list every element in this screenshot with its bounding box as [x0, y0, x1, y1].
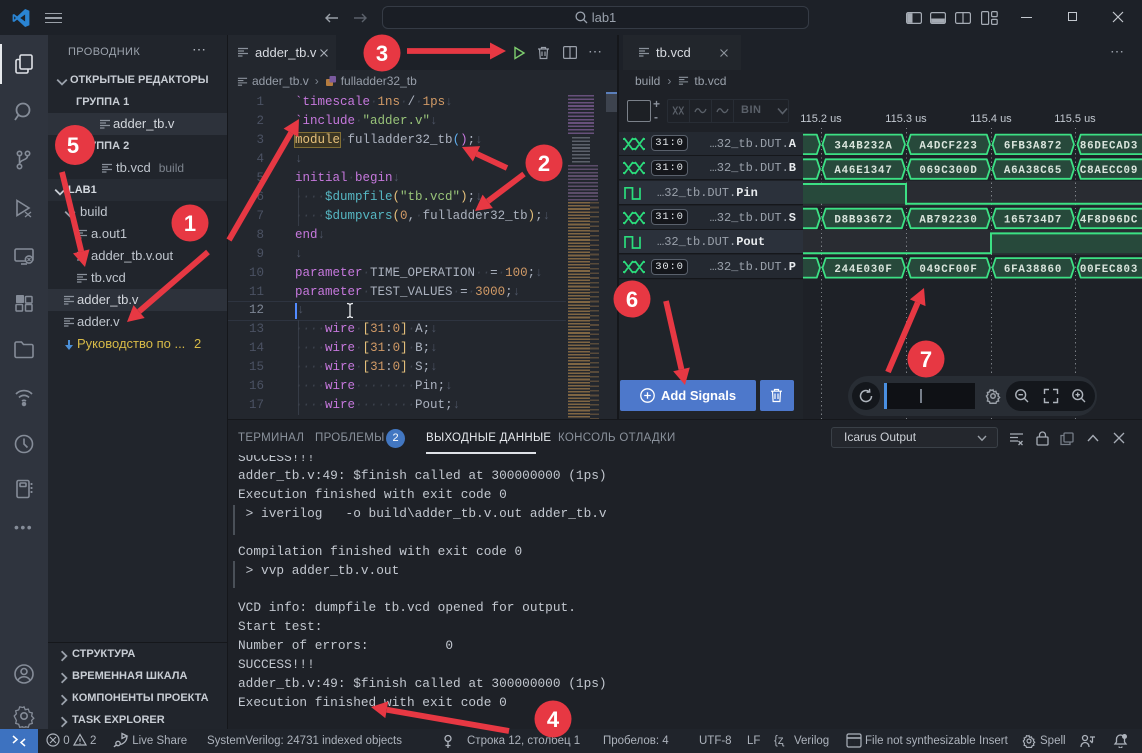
- svg-text:86DECAD3: 86DECAD3: [1080, 140, 1138, 152]
- svg-text:A4DCF223: A4DCF223: [919, 140, 977, 152]
- svg-text:C8AECC09: C8AECC09: [1080, 165, 1138, 177]
- svg-text:A6A38C65: A6A38C65: [1004, 165, 1062, 177]
- svg-text:069C300D: 069C300D: [919, 165, 977, 177]
- svg-text:6FA38860: 6FA38860: [1004, 264, 1062, 276]
- svg-text:6FB3A872: 6FB3A872: [1004, 140, 1062, 152]
- svg-text:344B232A: 344B232A: [834, 140, 892, 152]
- svg-text:165734D7: 165734D7: [1004, 215, 1062, 227]
- svg-text:00FEC803: 00FEC803: [1080, 264, 1138, 276]
- svg-text:D8B93672: D8B93672: [834, 215, 892, 227]
- svg-text:AB792230: AB792230: [919, 215, 977, 227]
- svg-text:244E030F: 244E030F: [834, 264, 892, 276]
- svg-text:049CF00F: 049CF00F: [919, 264, 977, 276]
- svg-text:4F8D96DC: 4F8D96DC: [1080, 215, 1138, 227]
- svg-text:A46E1347: A46E1347: [834, 165, 892, 177]
